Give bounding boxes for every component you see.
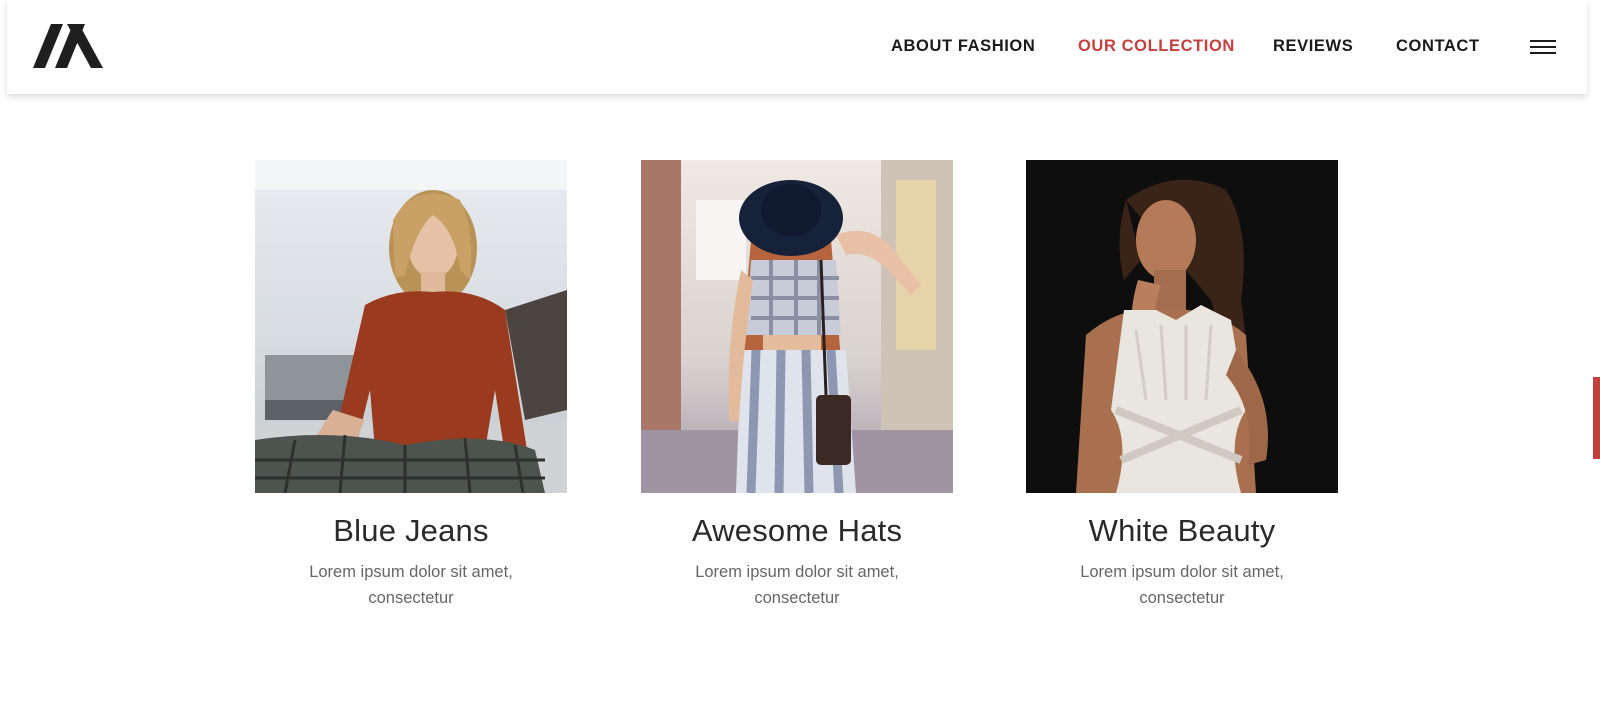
white-beauty-photo (1026, 160, 1338, 493)
main-nav: ABOUT FASHION OUR COLLECTION REVIEWS CON… (7, 0, 1587, 94)
card-description: Lorem ipsum dolor sit amet, consectetur (695, 563, 899, 607)
collection-card-blue-jeans[interactable]: Blue Jeans Lorem ipsum dolor sit amet, c… (255, 160, 567, 611)
collection-card-white-beauty[interactable]: White Beauty Lorem ipsum dolor sit amet,… (1026, 160, 1338, 611)
nav-about-fashion[interactable]: ABOUT FASHION (891, 37, 1035, 56)
collection-card-awesome-hats[interactable]: Awesome Hats Lorem ipsum dolor sit amet,… (641, 160, 953, 611)
card-title[interactable]: White Beauty (1026, 513, 1338, 549)
hamburger-icon[interactable] (1530, 40, 1556, 56)
nav-our-collection[interactable]: OUR COLLECTION (1078, 37, 1235, 56)
card-title[interactable]: Awesome Hats (641, 513, 953, 549)
side-tab[interactable] (1593, 377, 1600, 459)
awesome-hats-photo (641, 160, 953, 493)
card-title[interactable]: Blue Jeans (255, 513, 567, 549)
card-description: Lorem ipsum dolor sit amet, consectetur (309, 563, 513, 607)
nav-contact[interactable]: CONTACT (1396, 37, 1480, 56)
navbar: ABOUT FASHION OUR COLLECTION REVIEWS CON… (7, 0, 1587, 94)
card-description: Lorem ipsum dolor sit amet, consectetur (1080, 563, 1284, 607)
blue-jeans-photo (255, 160, 567, 493)
nav-reviews[interactable]: REVIEWS (1273, 37, 1353, 56)
